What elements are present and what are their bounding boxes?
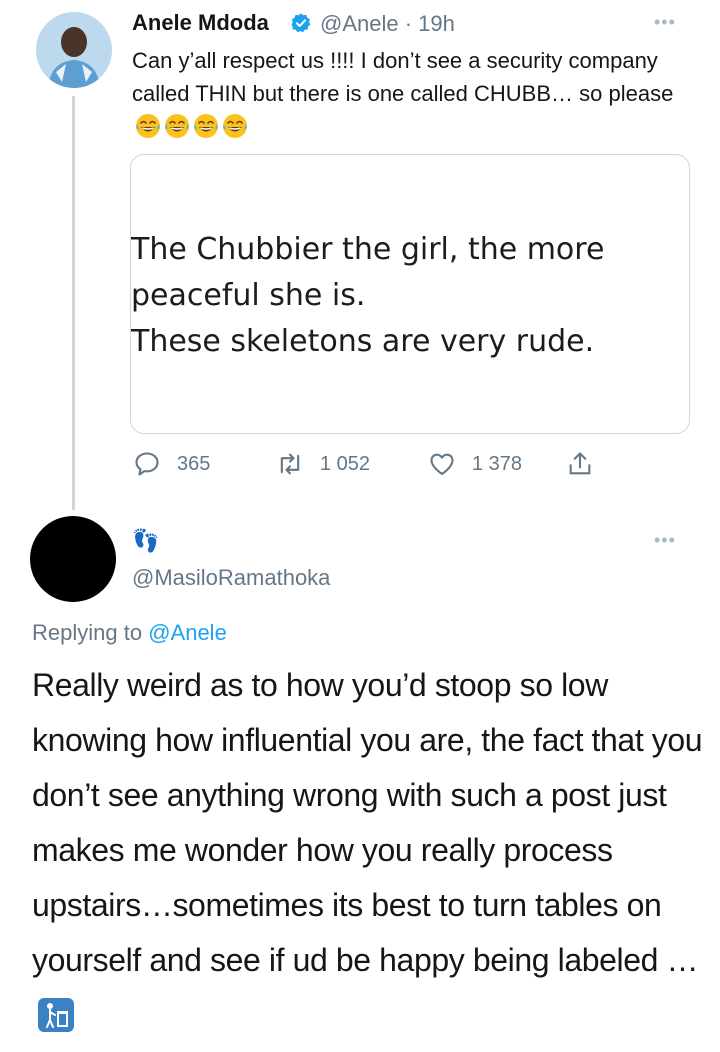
reply-text: Really weird as to how you’d stoop so lo… xyxy=(32,658,712,1043)
reply-icon xyxy=(135,452,159,476)
replying-to-label: Replying to xyxy=(32,620,143,645)
like-button[interactable]: 1 378 xyxy=(428,450,522,478)
share-icon xyxy=(569,452,591,475)
retweet-icon xyxy=(280,453,300,475)
reply-avatar[interactable] xyxy=(30,516,116,602)
author-name[interactable]: Anele Mdoda xyxy=(132,10,269,36)
more-options-button[interactable]: ••• xyxy=(654,12,676,33)
emoji-row xyxy=(132,114,248,139)
reply-button[interactable]: 365 xyxy=(133,450,210,478)
face-with-tears-of-joy-icon xyxy=(194,114,218,138)
face-with-tears-of-joy-icon xyxy=(165,114,189,138)
reply-author-handle[interactable]: @MasiloRamathoka xyxy=(132,565,330,591)
tweet-text: Can y’all respect us !!!! I don’t see a … xyxy=(132,44,692,143)
retweet-button[interactable]: 1 052 xyxy=(276,450,370,478)
heart-icon xyxy=(430,453,454,475)
avatar[interactable] xyxy=(36,12,112,88)
tweet-time[interactable]: · 19h xyxy=(405,11,455,36)
quoted-image-line: These skeletons are very rude. xyxy=(131,324,595,359)
put-litter-in-its-place-icon xyxy=(38,998,74,1032)
footprints-icon[interactable]: 👣 xyxy=(132,528,159,554)
reply-count: 365 xyxy=(177,452,211,475)
share-button[interactable] xyxy=(566,450,610,478)
quoted-image[interactable]: The Chubbier the girl, the more peaceful… xyxy=(130,154,690,434)
face-with-tears-of-joy-icon xyxy=(223,114,247,138)
reply-text-body: Really weird as to how you’d stoop so lo… xyxy=(32,667,703,978)
author-handle[interactable]: @Anele xyxy=(320,11,399,36)
like-count: 1 378 xyxy=(472,452,523,475)
tweet-text-body: Can y’all respect us !!!! I don’t see a … xyxy=(132,48,674,106)
replying-to: Replying to @Anele xyxy=(32,620,227,646)
verified-badge-icon xyxy=(291,13,311,33)
thread-connector-line xyxy=(72,96,75,510)
quoted-image-line: peaceful she is. xyxy=(131,278,366,313)
avatar-portrait xyxy=(36,12,112,88)
retweet-count: 1 052 xyxy=(320,452,371,475)
quoted-image-line: The Chubbier the girl, the more xyxy=(131,232,605,267)
face-with-tears-of-joy-icon xyxy=(136,114,160,138)
quoted-image-text: The Chubbier the girl, the more peaceful… xyxy=(131,227,671,365)
author-handle-time[interactable]: @Anele · 19h xyxy=(320,11,455,37)
reply-more-options-button[interactable]: ••• xyxy=(654,530,676,551)
replying-to-link[interactable]: @Anele xyxy=(148,620,227,645)
